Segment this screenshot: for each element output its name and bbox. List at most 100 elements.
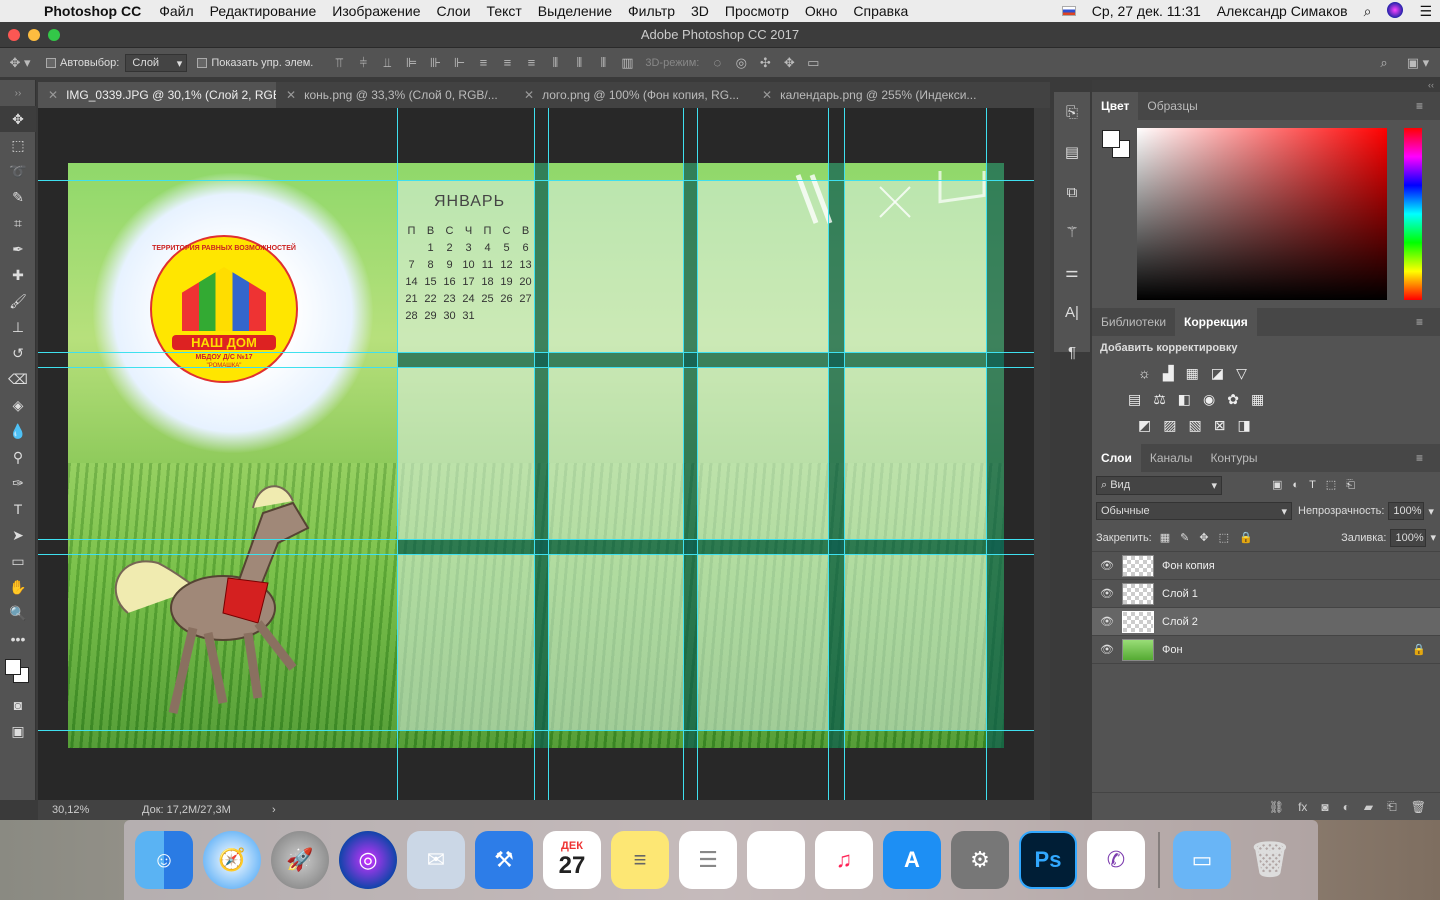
filter-shape-icon[interactable]: ⬚ [1326, 479, 1346, 491]
history-panel-icon[interactable]: ⎘ [1054, 92, 1090, 132]
distribute-left-icon[interactable]: ⦀ [543, 55, 567, 71]
guide-vertical[interactable] [697, 108, 698, 800]
photos-icon[interactable]: ✿ [747, 831, 805, 889]
safari-icon[interactable]: 🧭 [203, 831, 261, 889]
guide-vertical[interactable] [828, 108, 829, 800]
panel-menu-icon[interactable]: ≡ [1407, 308, 1432, 336]
distribute-vcenter-icon[interactable]: ≡ [495, 55, 519, 70]
pen-tool-icon[interactable]: ✑ [0, 470, 36, 496]
tab-logo[interactable]: ✕ лого.png @ 100% (Фон копия, RG... [514, 82, 752, 108]
layer-name[interactable]: Фон [1162, 644, 1183, 656]
input-source-flag-icon[interactable] [1054, 3, 1084, 19]
tab-paths[interactable]: Контуры [1201, 444, 1266, 472]
collapse-panels-icon[interactable]: ‹‹ [1092, 80, 1440, 92]
fill-input[interactable]: 100% [1390, 528, 1427, 547]
xcode-icon[interactable]: ⚒ [475, 831, 533, 889]
bw-adj-icon[interactable]: ◧ [1178, 391, 1203, 407]
zoom-tool-icon[interactable]: 🔍 [0, 600, 36, 626]
move-tool-preset-icon[interactable]: ✥ ▾ [0, 55, 40, 71]
menu-window[interactable]: Окно [797, 3, 846, 19]
distribute-right-icon[interactable]: ⦀ [591, 55, 615, 71]
lock-all-icon[interactable]: 🔒 [1239, 532, 1263, 544]
guide-vertical[interactable] [844, 108, 845, 800]
clone-source-panel-icon[interactable]: ⧉ [1054, 172, 1090, 212]
status-menu-arrow-icon[interactable]: › [272, 800, 276, 820]
calendar-app-icon[interactable]: ДЕК 27 [543, 831, 601, 889]
levels-adj-icon[interactable]: ▟ [1163, 365, 1186, 381]
filter-smart-icon[interactable]: ⎗ [1346, 479, 1365, 491]
new-adjustment-icon[interactable]: ◐ [1343, 800, 1350, 814]
tab-channels[interactable]: Каналы [1141, 444, 1202, 472]
lock-artboard-icon[interactable]: ⬚ [1219, 532, 1239, 544]
guide-horizontal[interactable] [38, 180, 1034, 181]
vertical-scrollbar[interactable] [1034, 108, 1050, 800]
color-balance-adj-icon[interactable]: ⚖ [1153, 391, 1178, 407]
more-tools-icon[interactable]: ••• [0, 626, 36, 652]
align-left-icon[interactable]: ⊫ [399, 55, 423, 71]
tab-kon[interactable]: ✕ конь.png @ 33,3% (Слой 0, RGB/... [276, 82, 514, 108]
filter-type-icon[interactable]: T [1309, 479, 1326, 491]
link-layers-icon[interactable]: ⛓ [1269, 800, 1284, 814]
hand-tool-icon[interactable]: ✋ [0, 574, 36, 600]
notes-icon[interactable]: ≡ [611, 831, 669, 889]
autoselect-select[interactable]: Слой ▾ [125, 53, 188, 72]
layer-name[interactable]: Слой 1 [1162, 588, 1198, 600]
3d-pan-icon[interactable]: ✣ [753, 55, 777, 71]
visibility-eye-icon[interactable]: 👁 [1092, 615, 1122, 628]
tab-layers[interactable]: Слои [1092, 444, 1141, 472]
tab-swatches[interactable]: Образцы [1138, 92, 1206, 120]
panel-menu-icon[interactable]: ≡ [1407, 444, 1432, 472]
eyedropper-tool-icon[interactable]: ✒ [0, 236, 36, 262]
3d-scale-icon[interactable]: ▭ [801, 55, 825, 71]
close-tab-icon[interactable]: ✕ [286, 88, 296, 102]
align-hcenter-icon[interactable]: ⊪ [423, 55, 447, 71]
canvas-area[interactable]: ТЕРРИТОРИЯ РАВНЫХ ВОЗМОЖНОСТЕЙ НАШ ДОМ М… [38, 108, 1034, 800]
type-tool-icon[interactable]: T [0, 496, 36, 522]
menu-layers[interactable]: Слои [429, 3, 479, 19]
menu-edit[interactable]: Редактирование [202, 3, 325, 19]
quick-select-tool-icon[interactable]: ✎ [0, 184, 36, 210]
exposure-adj-icon[interactable]: ◪ [1211, 365, 1236, 381]
opacity-dropdown-icon[interactable]: ▾ [1428, 505, 1434, 518]
channel-mixer-adj-icon[interactable]: ✿ [1227, 391, 1251, 407]
distribute-bottom-icon[interactable]: ≡ [519, 55, 543, 70]
layer-filter-select[interactable]: ⌕ Вид ▾ [1096, 475, 1222, 495]
layer-name[interactable]: Фон копия [1162, 560, 1215, 572]
finder-icon[interactable]: ☺ [135, 831, 193, 889]
delete-layer-icon[interactable]: 🗑 [1411, 800, 1426, 814]
menu-file[interactable]: Файл [151, 3, 201, 19]
threshold-adj-icon[interactable]: ▧ [1188, 417, 1213, 433]
panel-menu-icon[interactable]: ≡ [1407, 92, 1432, 120]
paragraph-panel-icon[interactable]: ¶ [1054, 332, 1090, 372]
layer-row[interactable]: 👁 Фон 🔒 [1092, 636, 1440, 664]
visibility-eye-icon[interactable]: 👁 [1092, 587, 1122, 600]
zoom-level[interactable]: 30,12% [52, 800, 89, 820]
distribute-top-icon[interactable]: ≡ [471, 55, 495, 70]
align-right-icon[interactable]: ⊩ [447, 55, 471, 71]
lock-position-icon[interactable]: ✥ [1199, 532, 1218, 544]
posterize-adj-icon[interactable]: ▨ [1163, 417, 1188, 433]
guide-vertical[interactable] [986, 108, 987, 800]
distribute-hcenter-icon[interactable]: ⦀ [567, 55, 591, 71]
tab-calendar[interactable]: ✕ календарь.png @ 255% (Индекси... [752, 82, 990, 108]
minimize-window-button[interactable] [28, 29, 40, 41]
new-group-icon[interactable]: ▰ [1364, 800, 1373, 814]
tab-adjustments[interactable]: Коррекция [1175, 308, 1257, 336]
hue-sat-adj-icon[interactable]: ▤ [1128, 391, 1153, 407]
3d-slide-icon[interactable]: ✥ [777, 55, 801, 71]
layer-style-icon[interactable]: fx [1298, 800, 1307, 814]
document-image[interactable]: ТЕРРИТОРИЯ РАВНЫХ ВОЗМОЖНОСТЕЙ НАШ ДОМ М… [68, 163, 1004, 748]
close-tab-icon[interactable]: ✕ [762, 88, 772, 102]
blur-tool-icon[interactable]: 💧 [0, 418, 36, 444]
layer-row[interactable]: 👁 Фон копия [1092, 552, 1440, 580]
menu-view[interactable]: Просмотр [717, 3, 797, 19]
menu-3d[interactable]: 3D [683, 3, 717, 19]
vibrance-adj-icon[interactable]: ▽ [1236, 365, 1259, 381]
screen-mode-icon[interactable]: ▣ [0, 718, 36, 744]
lasso-tool-icon[interactable]: ➰ [0, 158, 36, 184]
shape-tool-icon[interactable]: ▭ [0, 548, 36, 574]
show-transform-checkbox[interactable] [197, 57, 208, 68]
guide-vertical[interactable] [397, 108, 398, 800]
history-brush-tool-icon[interactable]: ↺ [0, 340, 36, 366]
close-window-button[interactable] [8, 29, 20, 41]
